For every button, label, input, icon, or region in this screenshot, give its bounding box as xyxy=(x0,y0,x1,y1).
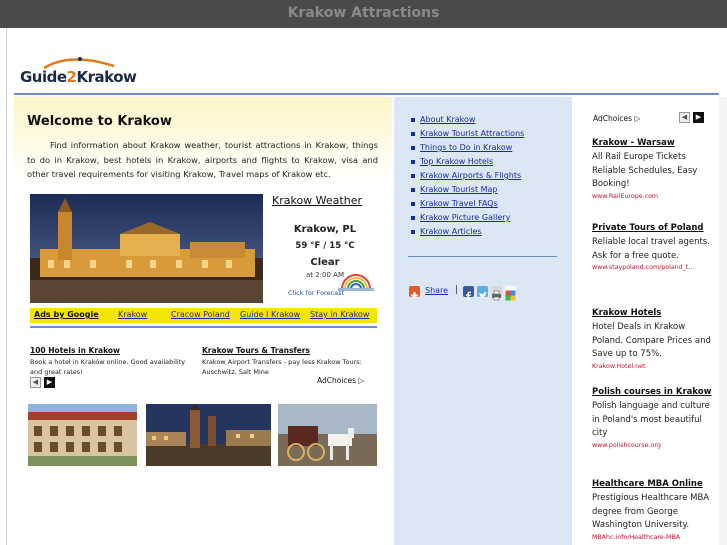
site-logo[interactable]: Guide2Krakow xyxy=(20,56,137,90)
horse-carriage-photo[interactable] xyxy=(278,404,377,466)
window-title: Krakow Attractions xyxy=(287,5,440,21)
forecast-link[interactable]: Click for Forecast xyxy=(288,289,344,297)
site-navigation: About Krakow Krakow Tourist Attractions … xyxy=(394,97,572,545)
weather-temperature: 59 °F / 15 °C xyxy=(295,241,355,251)
market-square-photo[interactable] xyxy=(146,404,271,466)
rainbow-icon xyxy=(338,274,374,291)
nav-item-articles[interactable]: Krakow Articles xyxy=(411,225,524,239)
ad-next-button[interactable]: ▶ xyxy=(693,112,704,123)
nav-item-faqs[interactable]: Krakow Travel FAQs xyxy=(411,197,524,211)
ad-block-tours[interactable]: Krakow Tours & Transfers Krakow Airport … xyxy=(202,346,380,377)
nav-item-about[interactable]: About Krakow xyxy=(411,113,524,127)
ad-description: Hotel Deals in Krakow Poland. Compare Pr… xyxy=(592,322,711,359)
ad-description: Krakow Airport Transfers - pay less Krak… xyxy=(202,358,362,376)
weather-city: Krakow, PL xyxy=(293,224,357,235)
adchoices-icon: ▷ xyxy=(634,114,641,123)
nav-item-map[interactable]: Krakow Tourist Map xyxy=(411,183,524,197)
ad-prev-button[interactable]: ◀ xyxy=(679,112,690,123)
ad-link-krakow[interactable]: Krakow xyxy=(118,310,147,319)
ad-title[interactable]: Krakow Hotels xyxy=(592,306,717,320)
print-icon[interactable] xyxy=(491,286,502,301)
adchoices-icon: ▷ xyxy=(358,376,365,385)
ad-title[interactable]: Polish courses in Krakow xyxy=(592,385,717,399)
sponsored-ad[interactable]: Polish courses in Krakow Polish language… xyxy=(592,385,717,451)
sponsored-ad[interactable]: Healthcare MBA Online Prestigious Health… xyxy=(592,477,717,543)
twitter-icon[interactable] xyxy=(477,286,488,298)
ad-url[interactable]: www.polishcourse.org xyxy=(592,441,717,451)
ad-link-cracow-poland[interactable]: Cracow Poland xyxy=(171,310,230,319)
ad-url[interactable]: www.staypoland.com/poland_t... xyxy=(592,263,717,273)
nav-item-airports[interactable]: Krakow Airports & Flights xyxy=(411,169,524,183)
welcome-title: Welcome to Krakow xyxy=(27,114,172,129)
ad-prev-button[interactable]: ◀ xyxy=(30,377,41,388)
ad-title[interactable]: Private Tours of Poland xyxy=(592,221,717,235)
ad-description: All Rail Europe Tickets Reliable Schedul… xyxy=(592,152,698,189)
nav-item-things-to-do[interactable]: Things to Do in Krakow xyxy=(411,141,524,155)
weather-widget: Krakow Weather Krakow, PL 59 °F / 15 °C … xyxy=(270,194,380,304)
share-plus-icon[interactable] xyxy=(409,286,420,299)
sponsored-ad[interactable]: Private Tours of Poland Reliable local t… xyxy=(592,221,717,273)
ad-url[interactable]: MBAhc.info/Healthcare-MBA xyxy=(592,533,717,543)
ad-title[interactable]: Krakow - Warsaw xyxy=(592,136,717,150)
sponsored-ads-column: AdChoices ▷ ◀ ▶ Krakow - Warsaw All Rail… xyxy=(574,97,719,545)
adchoices-link[interactable]: AdChoices ▷ xyxy=(317,376,364,385)
facebook-icon[interactable] xyxy=(463,286,474,300)
ad-next-button[interactable]: ▶ xyxy=(44,377,55,388)
nav-item-hotels[interactable]: Top Krakow Hotels xyxy=(411,155,524,169)
ad-url[interactable]: Krakow.Hotel.net xyxy=(592,362,717,372)
nav-item-gallery[interactable]: Krakow Picture Gallery xyxy=(411,211,524,225)
ad-link-stay-in-krakow[interactable]: Stay in Krakow xyxy=(310,310,369,319)
wawel-courtyard-photo[interactable] xyxy=(28,404,137,466)
ad-description: Book a hotel in Kraków online. Good avai… xyxy=(30,358,186,376)
ad-block-hotels[interactable]: 100 Hotels in Krakow Book a hotel in Kra… xyxy=(30,346,198,377)
bookmark-icon[interactable] xyxy=(505,286,516,301)
page-edge xyxy=(719,97,727,545)
google-ad-links-bar: Ads by Google Krakow Cracow Poland Guide… xyxy=(30,308,377,323)
cloth-hall-photo xyxy=(30,194,263,303)
adchoices-link[interactable]: AdChoices ▷ xyxy=(593,114,640,123)
window-titlebar: Krakow Attractions xyxy=(0,0,727,28)
sponsored-ad[interactable]: Krakow Hotels Hotel Deals in Krakow Pola… xyxy=(592,306,717,372)
header-divider xyxy=(14,93,719,95)
share-link[interactable]: Share xyxy=(425,286,448,295)
logo-text: Guide2Krakow xyxy=(20,68,137,86)
nav-list: About Krakow Krakow Tourist Attractions … xyxy=(411,113,524,239)
nav-item-attractions[interactable]: Krakow Tourist Attractions xyxy=(411,127,524,141)
weather-condition: Clear xyxy=(310,257,340,268)
sponsored-ad[interactable]: Krakow - Warsaw All Rail Europe Tickets … xyxy=(592,136,717,202)
ads-by-google-link[interactable]: Ads by Google xyxy=(34,310,99,319)
weather-title-link[interactable]: Krakow Weather xyxy=(272,194,362,207)
welcome-paragraph: Find information about Krakow weather, t… xyxy=(27,140,378,179)
ad-title[interactable]: 100 Hotels in Krakow xyxy=(30,346,198,355)
adbar-divider xyxy=(30,326,377,328)
share-bar: Share | xyxy=(409,285,529,301)
ad-link-guide-krakow[interactable]: Guide I Krakow xyxy=(240,310,300,319)
ad-title[interactable]: Healthcare MBA Online xyxy=(592,477,717,491)
ad-description: Prestigious Healthcare MBA degree from G… xyxy=(592,493,710,530)
nav-divider xyxy=(408,256,557,257)
main-content: Welcome to Krakow Find information about… xyxy=(14,97,392,545)
share-separator: | xyxy=(455,285,459,295)
ad-url[interactable]: www.RailEurope.com xyxy=(592,192,717,202)
ad-description: Reliable local travel agents. Ask for a … xyxy=(592,237,710,261)
ad-description: Polish language and culture in Poland's … xyxy=(592,401,710,438)
ad-title[interactable]: Krakow Tours & Transfers xyxy=(202,346,380,355)
